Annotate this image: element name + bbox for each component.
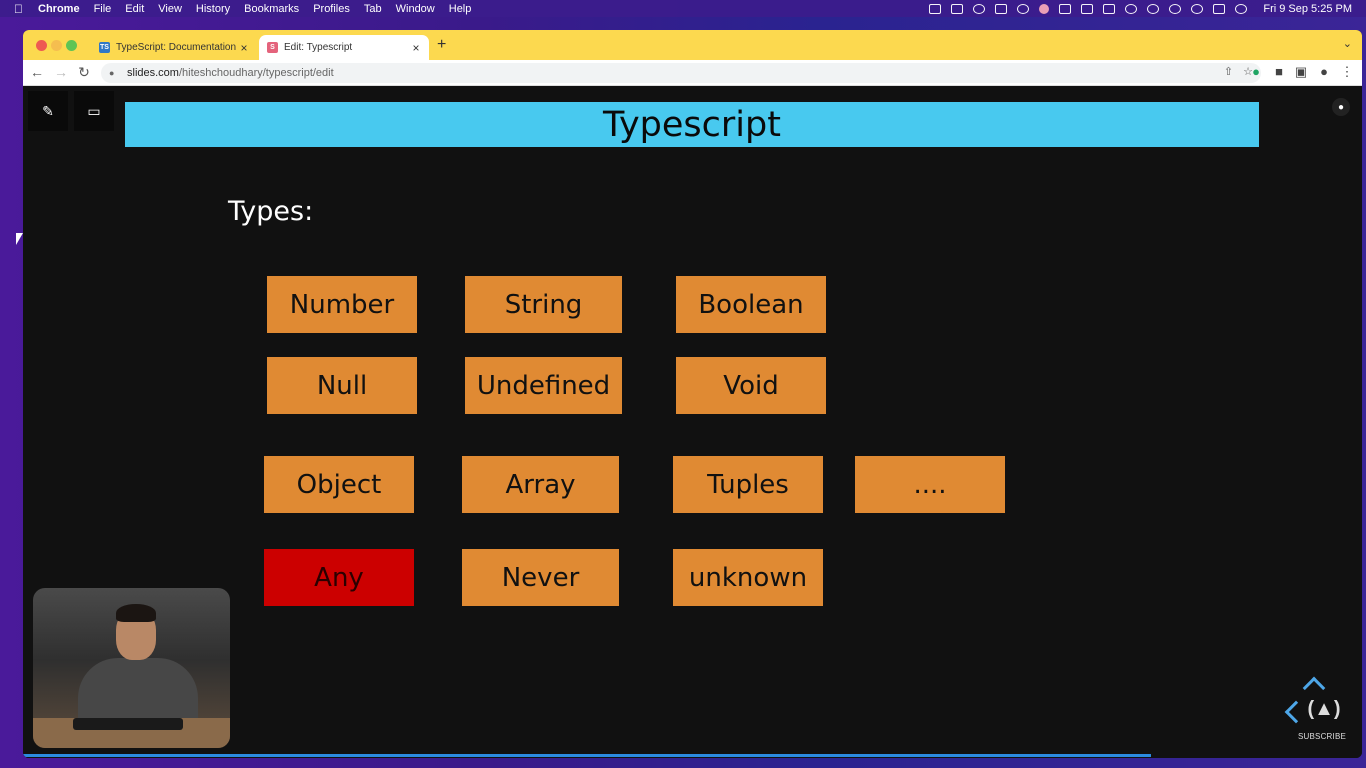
menu-help[interactable]: Help <box>449 3 472 15</box>
slide-title-bar: Typescript <box>125 102 1259 147</box>
close-tab-icon[interactable]: × <box>409 41 423 55</box>
type-undefined: Undefined <box>465 357 622 414</box>
type-tuples: Tuples <box>673 456 823 513</box>
sync-icon[interactable] <box>973 3 986 14</box>
close-window-button[interactable] <box>36 40 47 51</box>
type-array: Array <box>462 456 619 513</box>
screen-record-icon[interactable] <box>951 3 964 14</box>
tab-title: TypeScript: Documentation - T <box>116 42 237 53</box>
camera-icon[interactable] <box>1103 3 1116 14</box>
wifi-icon[interactable] <box>1169 3 1182 14</box>
url-path: /hiteshchoudhary/typescript/edit <box>178 67 334 79</box>
control-center-icon[interactable] <box>1213 3 1226 14</box>
menu-window[interactable]: Window <box>396 3 435 15</box>
browser-toolbar: ← → ↻ ● slides.com/hiteshchoudhary/types… <box>23 60 1362 86</box>
forward-arrow-icon[interactable]: → <box>53 64 69 80</box>
type-object: Object <box>264 456 414 513</box>
type-number: Number <box>267 276 417 333</box>
back-arrow-icon[interactable]: ← <box>29 64 45 80</box>
keyboard <box>73 718 183 730</box>
webcam-overlay <box>33 588 230 748</box>
url-host: slides.com <box>127 67 179 79</box>
menu-clock[interactable]: Fri 9 Sep 5:25 PM <box>1263 3 1352 15</box>
type-string: String <box>465 276 622 333</box>
slide-editor: ✎ ▭ Typescript ● Types: Number String Bo… <box>23 86 1362 758</box>
play-icon[interactable] <box>1147 3 1160 14</box>
minimize-window-button[interactable] <box>51 40 62 51</box>
zoom-window-button[interactable] <box>66 40 77 51</box>
side-panel-icon[interactable]: ▣ <box>1293 64 1309 80</box>
presenter-hair <box>116 604 156 622</box>
apple-icon[interactable]:  <box>14 3 26 15</box>
chevron-up-icon[interactable] <box>1302 676 1326 700</box>
layout-icon[interactable] <box>1059 3 1072 14</box>
type-boolean: Boolean <box>676 276 826 333</box>
search-icon[interactable] <box>1191 3 1204 14</box>
status-tray: Fri 9 Sep 5:25 PM <box>929 0 1352 17</box>
type-more: .... <box>855 456 1005 513</box>
dropbox-icon[interactable] <box>995 3 1008 14</box>
reload-icon[interactable]: ↻ <box>76 64 92 80</box>
collaborators-icon[interactable]: ● <box>1332 98 1350 116</box>
grammarly-icon[interactable]: ● <box>1248 64 1264 80</box>
type-never: Never <box>462 549 619 606</box>
tab-typescript-docs[interactable]: TS TypeScript: Documentation - T × <box>91 35 257 60</box>
download-icon[interactable] <box>1081 3 1094 14</box>
present-screen-icon[interactable]: ▭ <box>74 91 114 131</box>
subscribe-label[interactable]: SUBSCRIBE <box>1298 732 1346 741</box>
typescript-favicon-icon: TS <box>99 42 110 53</box>
extensions-puzzle-icon[interactable]: ■ <box>1271 64 1287 80</box>
menu-tab[interactable]: Tab <box>364 3 382 15</box>
type-unknown: unknown <box>673 549 823 606</box>
mail-icon[interactable] <box>1017 3 1030 14</box>
menu-view[interactable]: View <box>158 3 182 15</box>
tab-strip: TS TypeScript: Documentation - T × S Edi… <box>23 30 1362 60</box>
bluetooth-icon[interactable] <box>1125 3 1138 14</box>
menu-bar:  Chrome File Edit View History Bookmark… <box>0 0 1366 17</box>
menu-file[interactable]: File <box>94 3 112 15</box>
more-menu-icon[interactable]: ⋮ <box>1339 64 1355 80</box>
menu-bookmarks[interactable]: Bookmarks <box>244 3 299 15</box>
new-tab-plus-icon[interactable]: + <box>437 36 446 54</box>
menu-edit[interactable]: Edit <box>125 3 144 15</box>
address-bar[interactable]: ● slides.com/hiteshchoudhary/typescript/… <box>101 63 1261 83</box>
browser-window: TS TypeScript: Documentation - T × S Edi… <box>23 30 1362 758</box>
freecodecamp-logo-icon: (▲) <box>1307 698 1341 720</box>
share-icon[interactable]: ⇧ <box>1224 65 1233 78</box>
tab-search-chevron-icon[interactable]: ⌄ <box>1343 37 1352 50</box>
type-void: Void <box>676 357 826 414</box>
sidebar-icon[interactable] <box>929 3 942 14</box>
slide-title: Typescript <box>603 104 781 145</box>
type-null: Null <box>267 357 417 414</box>
tab-title: Edit: Typescript <box>284 42 353 53</box>
menu-app-chrome[interactable]: Chrome <box>38 3 80 15</box>
status-dot-icon[interactable] <box>1039 3 1050 14</box>
pencil-icon[interactable]: ✎ <box>28 91 68 131</box>
close-tab-icon[interactable]: × <box>237 41 251 55</box>
siri-icon[interactable] <box>1235 3 1248 14</box>
lock-icon[interactable]: ● <box>109 68 119 78</box>
slide-subtitle: Types: <box>228 196 314 227</box>
type-any: Any <box>264 549 414 606</box>
menu-history[interactable]: History <box>196 3 230 15</box>
tab-edit-typescript[interactable]: S Edit: Typescript × <box>259 35 429 60</box>
slides-favicon-icon: S <box>267 42 278 53</box>
slide-progress-bar <box>23 754 1151 757</box>
menu-profiles[interactable]: Profiles <box>313 3 350 15</box>
subscribe-overlay[interactable]: (▲) SUBSCRIBE <box>1282 676 1352 746</box>
mouse-cursor-icon <box>16 233 23 245</box>
profile-avatar-icon[interactable]: ● <box>1316 64 1332 80</box>
